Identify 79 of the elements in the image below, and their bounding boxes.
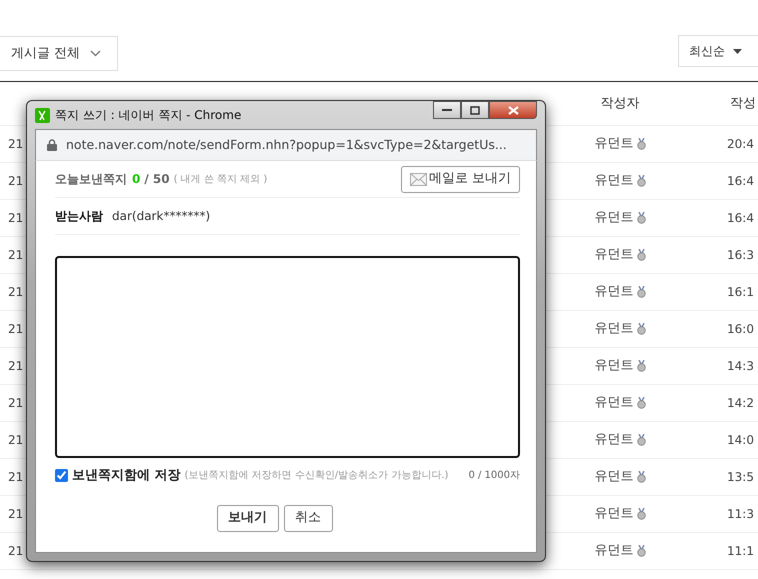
close-icon [508, 106, 518, 114]
table-cell: 16:3 [727, 248, 754, 262]
medal-icon [636, 286, 646, 298]
cancel-button[interactable]: 취소 [284, 504, 332, 532]
table-cell: 21 [8, 322, 24, 336]
medal-icon [636, 471, 646, 483]
author-name[interactable]: 유던트 [594, 282, 634, 302]
medal-icon [636, 434, 646, 446]
table-cell: 21 [8, 248, 24, 262]
author-name[interactable]: 유던트 [594, 430, 634, 450]
author-name[interactable]: 유던트 [594, 171, 634, 191]
app-icon [35, 108, 50, 122]
maximize-icon [470, 106, 480, 114]
table-cell: 14:3 [727, 359, 754, 373]
recipient-label: 받는사람 [55, 208, 103, 225]
table-cell: 16:4 [727, 174, 754, 188]
table-cell: 11:1 [727, 544, 754, 558]
caret-icon [733, 48, 742, 54]
table-cell: 21 [8, 544, 24, 558]
medal-icon [636, 249, 646, 261]
send-email-button[interactable]: 메일로 보내기 [401, 166, 520, 192]
sent-today-label: 오늘보낸쪽지 [55, 171, 127, 188]
table-cell: 20:4 [727, 137, 754, 151]
author-name[interactable]: 유던트 [594, 319, 634, 339]
table-cell: 14:2 [727, 396, 754, 410]
envelope-icon [410, 172, 427, 186]
table-cell: 21 [8, 396, 24, 410]
author-name[interactable]: 유던트 [594, 245, 634, 265]
medal-icon [636, 360, 646, 372]
column-header: 작성자 [600, 94, 640, 113]
save-hint: (보낸쪽지함에 저장하면 수신확인/발송취소가 가능합니다.) [184, 469, 448, 484]
table-cell: 21 [8, 211, 24, 225]
minimize-button[interactable] [433, 101, 461, 119]
window-title: 쪽지 쓰기 : 네이버 쪽지 - Chrome [55, 107, 242, 124]
table-cell: 21 [8, 174, 24, 188]
medal-icon [636, 508, 646, 520]
author-name[interactable]: 유던트 [594, 208, 634, 228]
author-name[interactable]: 유던트 [594, 134, 634, 154]
medal-icon [636, 397, 646, 409]
recipient-value: dar(dark*******) [112, 208, 210, 225]
author-name[interactable]: 유던트 [594, 356, 634, 376]
author-name[interactable]: 유던트 [594, 467, 634, 487]
medal-icon [636, 545, 646, 557]
table-cell: 16:4 [727, 211, 754, 225]
author-name[interactable]: 유던트 [594, 541, 634, 561]
send-button[interactable]: 보내기 [216, 504, 278, 532]
sent-count: 0 [132, 171, 140, 188]
chevron-down-icon [90, 50, 102, 57]
table-cell: 21 [8, 507, 24, 521]
save-label: 보낸쪽지함에 저장 [72, 467, 181, 485]
character-count: 0 / 1000자 [468, 469, 520, 484]
lock-icon [47, 139, 57, 151]
table-cell: 21 [8, 137, 24, 151]
medal-icon [636, 212, 646, 224]
table-cell: 11:3 [727, 507, 754, 521]
maximize-button[interactable] [461, 101, 489, 119]
author-name[interactable]: 유던트 [594, 504, 634, 524]
table-cell: 16:0 [727, 322, 754, 336]
table-cell: 14:0 [727, 433, 754, 447]
filter-dropdown[interactable]: 게시글 전체 [0, 36, 118, 71]
save-checkbox[interactable] [55, 469, 68, 482]
medal-icon [636, 323, 646, 335]
sent-note: ( 내게 쓴 쪽지 제외 ) [174, 172, 268, 186]
author-name[interactable]: 유던트 [594, 393, 634, 413]
sent-limit: / 50 [144, 171, 170, 188]
table-cell: 21 [8, 433, 24, 447]
column-header: 작성 [729, 94, 757, 113]
medal-icon [636, 175, 646, 187]
message-field[interactable] [55, 256, 520, 458]
close-button[interactable] [489, 101, 537, 119]
table-cell: 21 [8, 470, 24, 484]
medal-icon [636, 138, 646, 150]
minimize-icon [442, 108, 452, 112]
table-cell: 21 [8, 285, 24, 299]
table-cell: 16:1 [727, 285, 754, 299]
address-bar[interactable]: note.naver.com/note/sendForm.nhn?popup=1&svcType=2&targetUs... [35, 129, 537, 161]
table-cell: 21 [8, 359, 24, 373]
sort-dropdown[interactable]: 최신순 [678, 35, 758, 67]
table-cell: 13:5 [727, 470, 754, 484]
